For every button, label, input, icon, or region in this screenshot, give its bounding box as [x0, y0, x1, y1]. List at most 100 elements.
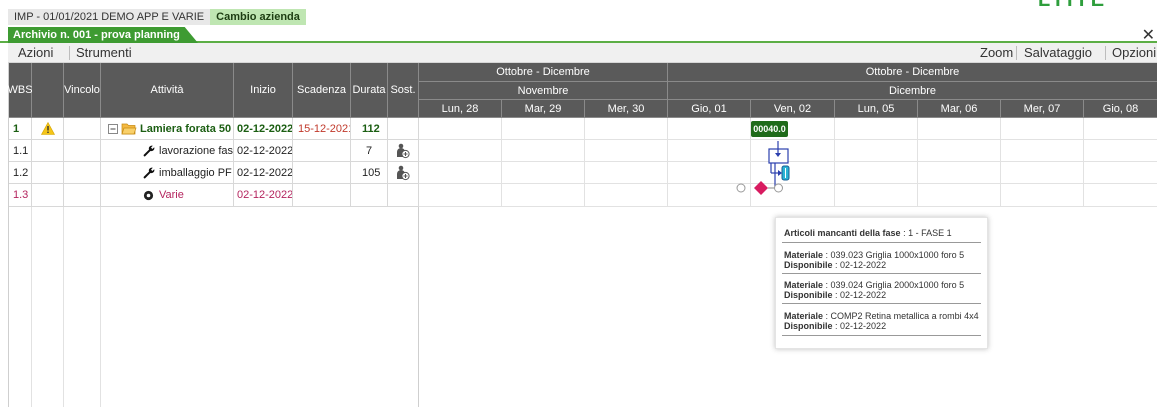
- material-label: Materiale: [784, 280, 824, 290]
- col-header-inizio[interactable]: Inizio: [234, 63, 293, 118]
- tooltip-material-line: Materiale : COMP2 Retina metallica a rom…: [784, 311, 979, 321]
- gantt-day-line: [1000, 118, 1001, 207]
- menu-divider: [1016, 46, 1017, 60]
- menu-divider: [69, 46, 70, 60]
- row-wbs[interactable]: 1.2: [9, 162, 32, 184]
- collapse-icon[interactable]: [108, 123, 118, 134]
- row-vincolo[interactable]: [64, 118, 101, 140]
- substitute-resource-icon[interactable]: [396, 165, 410, 181]
- row-warning-cell[interactable]: [32, 140, 64, 162]
- tooltip-available-line: Disponibile : 02-12-2022: [784, 321, 886, 331]
- available-label: Disponibile: [784, 321, 833, 331]
- available-value: : 02-12-2022: [835, 260, 887, 270]
- col-header-scadenza[interactable]: Scadenza: [293, 63, 351, 118]
- row-scadenza[interactable]: [293, 140, 351, 162]
- row-warning-cell[interactable]: [32, 118, 64, 140]
- row-inizio[interactable]: 02-12-2022: [234, 162, 293, 184]
- brand-logo: LTITE: [1038, 0, 1157, 8]
- col-header-sost[interactable]: Sost.: [388, 63, 419, 118]
- menu-zoom[interactable]: Zoom: [976, 43, 1017, 63]
- gantt-day-line: [1083, 118, 1084, 207]
- menu-azioni[interactable]: Azioni: [14, 43, 57, 63]
- row-vincolo[interactable]: [64, 184, 101, 207]
- available-value: : 02-12-2022: [835, 321, 887, 331]
- menu-salvataggio[interactable]: Salvataggio: [1020, 43, 1096, 63]
- gantt-day-line: [834, 118, 835, 207]
- missing-items-tooltip: Articoli mancanti della fase : 1 - FASE …: [775, 217, 988, 349]
- material-value: : 039.023 Griglia 1000x1000 foro 5: [825, 250, 965, 260]
- col-header-warning[interactable]: [32, 63, 64, 118]
- timeline-day: Gio, 08: [1084, 100, 1157, 118]
- material-label: Materiale: [784, 311, 824, 321]
- row-sost[interactable]: [388, 162, 419, 184]
- gantt-row-line: [419, 139, 1157, 140]
- timeline-month-2: Dicembre: [668, 82, 1157, 100]
- company-label: IMP - 01/01/2021 DEMO APP E VARIE: [14, 11, 205, 23]
- material-value: : 039.024 Griglia 2000x1000 foro 5: [825, 280, 965, 290]
- material-value: : COMP2 Retina metallica a rombi 4x4: [825, 311, 979, 321]
- grid-row-line: [9, 206, 419, 207]
- row-vincolo[interactable]: [64, 140, 101, 162]
- activity-label: imballaggio PF: [159, 166, 232, 179]
- gantt-day-line: [917, 118, 918, 207]
- col-header-attivita[interactable]: Attività: [101, 63, 234, 118]
- row-scadenza[interactable]: 15-12-2021: [293, 118, 351, 140]
- tooltip-title-label: Articoli mancanti della fase: [784, 228, 901, 238]
- row-vincolo[interactable]: [64, 162, 101, 184]
- tooltip-separator: [782, 335, 981, 336]
- gear-icon: [143, 190, 154, 201]
- menu-strumenti[interactable]: Strumenti: [72, 43, 136, 63]
- row-inizio[interactable]: 02-12-2022: [234, 184, 293, 207]
- row-warning-cell[interactable]: [32, 162, 64, 184]
- available-label: Disponibile: [784, 290, 833, 300]
- row-wbs[interactable]: 1: [9, 118, 32, 140]
- substitute-resource-icon[interactable]: [396, 143, 410, 159]
- brand-logo-text: LTITE: [1038, 0, 1157, 8]
- gantt-summary-bar[interactable]: 00040.0: [751, 121, 788, 137]
- activity-label: Varie: [159, 189, 184, 201]
- row-inizio[interactable]: 02-12-2022: [234, 140, 293, 162]
- close-icon[interactable]: ✕: [1142, 25, 1155, 45]
- row-wbs[interactable]: 1.1: [9, 140, 32, 162]
- gantt-dependencies: [736, 141, 790, 195]
- wrench-icon: [143, 167, 155, 179]
- row-durata[interactable]: 112: [351, 118, 388, 140]
- row-sost[interactable]: [388, 184, 419, 207]
- gantt-day-line: [501, 118, 502, 207]
- timeline-day: Ven, 02: [751, 100, 835, 118]
- top-bar: IMP - 01/01/2021 DEMO APP E VARIE Cambio…: [0, 0, 1157, 28]
- row-durata[interactable]: [351, 184, 388, 207]
- col-header-durata[interactable]: Durata: [351, 63, 388, 118]
- timeline-month-1: Novembre: [419, 82, 668, 100]
- change-company-button[interactable]: Cambio azienda: [210, 9, 306, 25]
- row-durata[interactable]: 105: [351, 162, 388, 184]
- timeline-day: Mer, 07: [1001, 100, 1084, 118]
- row-sost[interactable]: [388, 140, 419, 162]
- col-header-wbs[interactable]: WBS: [7, 63, 33, 118]
- row-inizio[interactable]: 02-12-2022: [234, 118, 293, 140]
- tooltip-title-value: : 1 - FASE 1: [903, 228, 952, 238]
- timeline-day: Mer, 30: [585, 100, 668, 118]
- row-scadenza[interactable]: [293, 184, 351, 207]
- row-wbs[interactable]: 1.3: [9, 184, 32, 207]
- tooltip-material-line: Materiale : 039.023 Griglia 1000x1000 fo…: [784, 250, 964, 260]
- gantt-day-line: [667, 118, 668, 207]
- row-sost[interactable]: [388, 118, 419, 140]
- activity-label: lavorazione fase 1: [159, 144, 233, 157]
- col-header-vincolo[interactable]: Vincolo: [64, 63, 101, 118]
- row-scadenza[interactable]: [293, 162, 351, 184]
- available-value: : 02-12-2022: [835, 290, 887, 300]
- row-attivita[interactable]: Lamiera forata 50 x 5: [101, 118, 234, 140]
- row-attivita[interactable]: Varie: [101, 184, 234, 207]
- timeline-day: Gio, 01: [668, 100, 751, 118]
- row-attivita[interactable]: imballaggio PF: [101, 162, 234, 184]
- activity-label: Lamiera forata 50 x 5: [140, 122, 233, 135]
- row-attivita[interactable]: lavorazione fase 1: [101, 140, 234, 162]
- tooltip-separator: [782, 303, 981, 304]
- row-warning-cell[interactable]: [32, 184, 64, 207]
- menu-opzioni[interactable]: Opzioni: [1108, 43, 1157, 63]
- warning-icon[interactable]: [40, 122, 55, 135]
- material-label: Materiale: [784, 250, 824, 260]
- archive-tab[interactable]: Archivio n. 001 - prova planning: [8, 27, 198, 43]
- row-durata[interactable]: 7: [351, 140, 388, 162]
